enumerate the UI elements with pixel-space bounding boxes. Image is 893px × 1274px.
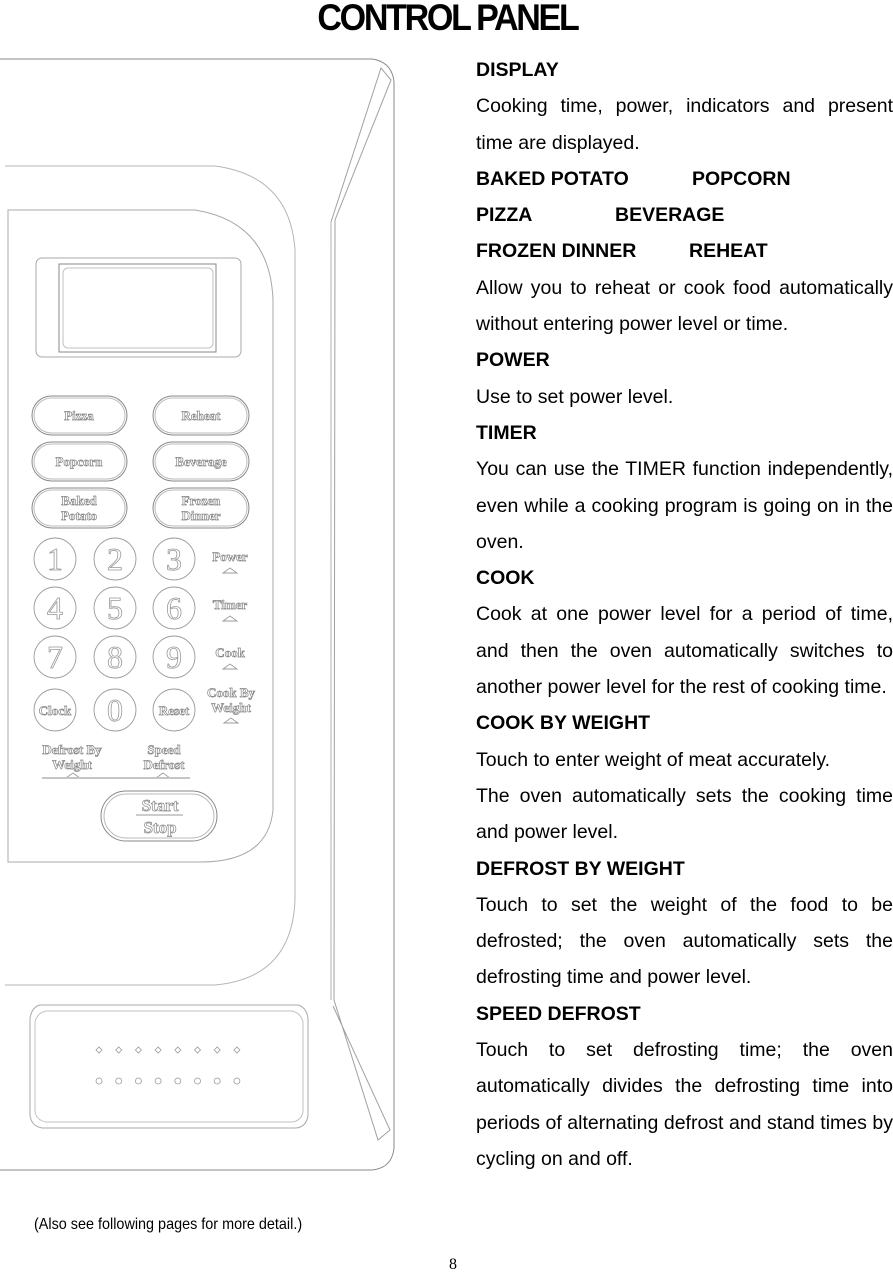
power-heading: POWER <box>476 349 550 372</box>
vent-hole <box>233 1077 241 1085</box>
digit-2-label: 2 <box>107 541 123 577</box>
timer-heading: TIMER <box>476 421 537 444</box>
display-body: Cooking time, power, indicators and pres… <box>476 95 893 154</box>
display-frame <box>35 257 242 358</box>
display-heading: DISPLAY <box>476 59 559 81</box>
vent-hole <box>213 1077 221 1085</box>
cook-body: Cook at one power level for a period of … <box>476 603 893 699</box>
potato-label: Potato <box>61 508 97 523</box>
vent-hole <box>233 1046 241 1054</box>
timer-button[interactable]: Timer <box>212 597 248 613</box>
digit-8-label: 8 <box>107 639 123 675</box>
digit-0-label: 0 <box>107 692 123 728</box>
vent-hole <box>115 1077 123 1085</box>
cook-by-weight-line1[interactable]: Cook By <box>207 685 256 701</box>
defrost-by-weight-heading: DEFROST BY WEIGHT <box>476 857 685 880</box>
defrost-by-weight-body: Touch to set the weight of the food to b… <box>476 893 893 989</box>
vent-hole <box>95 1077 103 1085</box>
reheat-label: Reheat <box>182 408 222 423</box>
vent-hole <box>174 1046 182 1054</box>
beverage-label: Beverage <box>175 454 226 469</box>
display-window <box>58 263 217 353</box>
clock-label: Clock <box>39 703 72 718</box>
page-number: 8 <box>449 1256 457 1273</box>
vent-hole <box>194 1077 201 1085</box>
vent-hole <box>213 1046 221 1054</box>
control-panel-diagram: Pizza Reheat Popcorn Beverage Baked Pota… <box>0 58 395 1171</box>
power-arrow-icon <box>221 567 239 574</box>
vent-hole <box>193 1046 202 1054</box>
vent-hole <box>154 1046 162 1054</box>
cook-heading: COOK <box>476 567 535 590</box>
frozen-label: Frozen <box>182 493 222 508</box>
power-body: Use to set power level. <box>476 385 674 408</box>
reheat-heading: REHEAT <box>689 240 768 263</box>
digit-1-label: 1 <box>47 541 63 577</box>
vent-hole <box>95 1046 103 1054</box>
digit-5-label: 5 <box>107 590 123 626</box>
speed-defrost-heading: SPEED DEFROST <box>476 1002 641 1025</box>
cook-by-weight-body-2: The oven automatically sets the cooking … <box>476 784 893 844</box>
digit-7-label: 7 <box>47 639 63 675</box>
digit-9-label: 9 <box>166 639 182 675</box>
digit-6-label: 6 <box>166 590 182 626</box>
vent-hole <box>174 1077 182 1085</box>
vent-hole <box>134 1046 142 1054</box>
timer-arrow-icon <box>221 615 239 622</box>
auto-menu-body: Allow you to reheat or cook food automat… <box>476 276 893 336</box>
dinner-label: Dinner <box>182 508 221 523</box>
door-edge <box>330 66 392 1141</box>
auto-menu-headings-row-3: FROZEN DINNER REHEAT <box>476 233 893 269</box>
cook-by-weight-arrow-icon <box>222 717 240 724</box>
auto-menu-headings-row-1: BAKED POTATO POPCORN <box>476 161 893 197</box>
description-column: DISPLAY Cooking time, power, indicators … <box>476 52 893 1177</box>
pizza-heading: PIZZA <box>476 204 533 227</box>
defrost-by-weight-line2[interactable]: Weight <box>52 757 93 773</box>
auto-menu-headings-row-2: PIZZA BEVERAGE <box>476 197 893 233</box>
pizza-label: Pizza <box>64 408 94 423</box>
start-label: Start <box>142 796 179 815</box>
digit-4-label: 4 <box>47 590 63 626</box>
power-button[interactable]: Power <box>212 549 248 565</box>
baked-potato-heading: BAKED POTATO <box>476 167 629 190</box>
vent-hole <box>134 1077 142 1085</box>
figure-caption: (Also see following pages for more detai… <box>34 1216 303 1233</box>
speed-defrost-line1[interactable]: Speed <box>147 742 182 758</box>
popcorn-heading: POPCORN <box>692 167 791 190</box>
vent-hole <box>154 1077 162 1085</box>
cook-by-weight-heading: COOK BY WEIGHT <box>476 712 651 735</box>
defrost-by-weight-line1[interactable]: Defrost By <box>42 742 103 758</box>
frozen-dinner-heading: FROZEN DINNER <box>476 240 637 263</box>
timer-body: You can use the TIMER function independe… <box>476 458 893 553</box>
stop-label: Stop <box>143 818 176 837</box>
cook-by-weight-body-1: Touch to enter weight of meat accurately… <box>476 748 831 771</box>
reset-label: Reset <box>159 703 190 718</box>
digit-3-label: 3 <box>166 541 182 577</box>
vent-hole <box>115 1046 123 1054</box>
cook-by-weight-line2[interactable]: Weight <box>211 700 252 716</box>
panel-box-outline <box>7 209 274 863</box>
cook-button[interactable]: Cook <box>215 645 246 661</box>
baked-label: Baked <box>61 493 97 508</box>
popcorn-label: Popcorn <box>56 454 104 469</box>
speed-defrost-body: Touch to set defrosting time; the oven a… <box>476 1039 893 1170</box>
speed-defrost-line2[interactable]: Defrost <box>143 757 186 773</box>
vent-grille <box>29 1004 309 1129</box>
cook-arrow-icon <box>221 663 239 670</box>
beverage-heading: BEVERAGE <box>615 204 725 227</box>
